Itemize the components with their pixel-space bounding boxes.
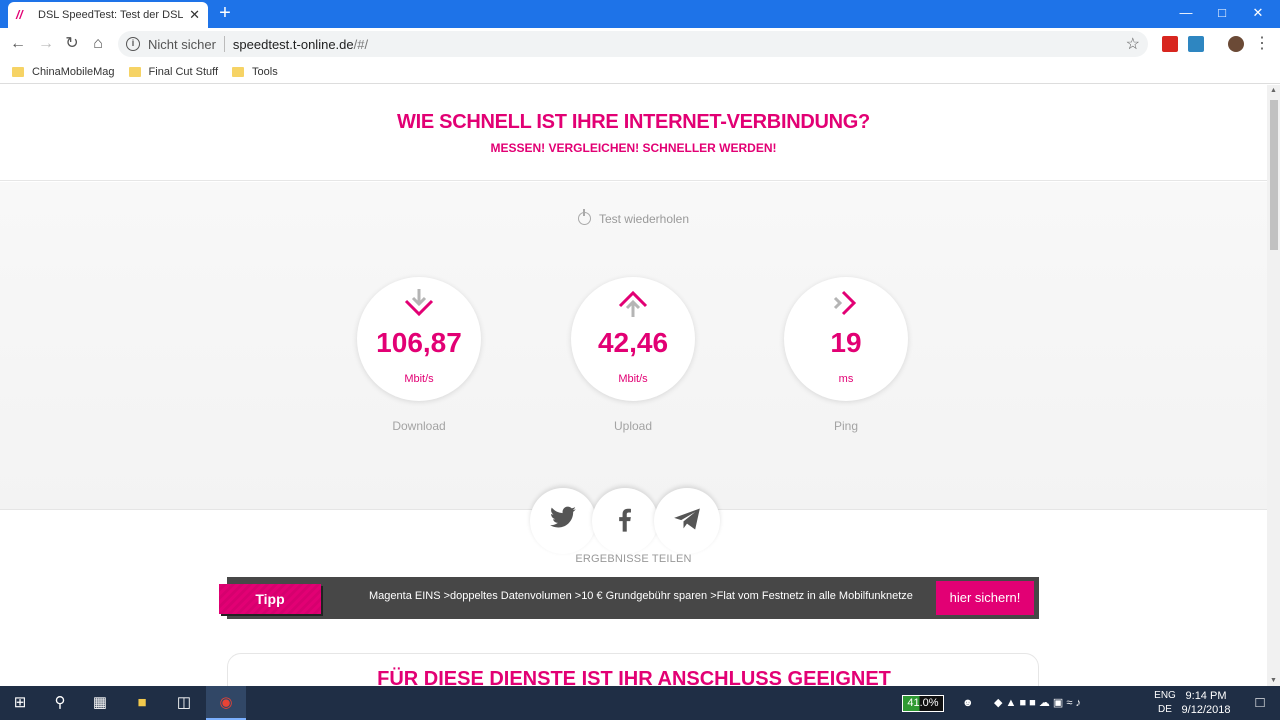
ping-arrow-icon: [833, 290, 857, 316]
scrollbar-thumb[interactable]: [1270, 100, 1278, 250]
metric-unit: Mbit/s: [618, 373, 648, 385]
scroll-up-icon[interactable]: ▲: [1270, 87, 1277, 94]
results-section: Test wiederholen 106,87 Mbit/s Download: [0, 182, 1267, 510]
promo-banner: Tipp Magenta EINS >doppeltes Datenvolume…: [219, 577, 1039, 619]
extension-blue-icon[interactable]: [1188, 36, 1204, 52]
tab-title: DSL SpeedTest: Test der DSL-Ges: [38, 9, 184, 21]
metric-label: Ping: [833, 419, 859, 433]
metric-label: Upload: [613, 419, 653, 433]
task-view-icon[interactable]: ▦: [80, 686, 120, 720]
security-label: Nicht sicher: [148, 36, 216, 52]
hero-section: WIE SCHNELL IST IHRE INTERNET-VERBINDUNG…: [0, 85, 1267, 181]
clock-date: 9/12/2018: [1181, 704, 1231, 716]
minimize-icon[interactable]: —: [1168, 0, 1204, 28]
tray-icons[interactable]: ◆ ▲ ■ ■ ☁ ▣ ≈ ♪: [994, 695, 1081, 711]
address-bar[interactable]: i Nicht sicher speedtest.t-online.de/#/ …: [118, 31, 1148, 57]
share-facebook-button[interactable]: [592, 488, 658, 554]
services-title: FÜR DIESE DIENSTE IST IHR ANSCHLUSS GEEI…: [377, 668, 891, 686]
browser-tab[interactable]: // DSL SpeedTest: Test der DSL-Ges ✕: [8, 2, 208, 28]
file-explorer-icon[interactable]: ■: [122, 686, 162, 720]
retest-button[interactable]: Test wiederholen: [0, 209, 1267, 226]
browser-titlebar: // DSL SpeedTest: Test der DSL-Ges ✕ + —…: [0, 0, 1280, 28]
browser-toolbar: ← → ↻ ⌂ i Nicht sicher speedtest.t-onlin…: [0, 28, 1280, 60]
bookmark-label: Final Cut Stuff: [148, 65, 219, 78]
back-icon[interactable]: ←: [6, 32, 30, 56]
start-windows-icon[interactable]: ⊞: [0, 686, 40, 720]
close-window-icon[interactable]: ✕: [1240, 0, 1276, 28]
share-twitter-button[interactable]: [530, 488, 596, 554]
telegram-icon: [674, 508, 700, 530]
search-icon[interactable]: ⚲: [40, 686, 80, 720]
language-indicator[interactable]: ENG DE: [1152, 689, 1178, 717]
page-title: WIE SCHNELL IST IHRE INTERNET-VERBINDUNG…: [397, 111, 870, 133]
download-arrow-icon: [404, 289, 434, 317]
bookmark-star-icon[interactable]: ☆: [1126, 34, 1140, 54]
bookmark-item[interactable]: Final Cut Stuff: [128, 65, 219, 78]
bookmark-item[interactable]: ChinaMobileMag: [12, 66, 115, 78]
url-path: /#/: [353, 36, 369, 52]
power-icon: [577, 209, 591, 225]
language-bottom: DE: [1158, 704, 1172, 715]
promo-cta-button[interactable]: hier sichern!: [936, 581, 1034, 615]
facebook-icon: [619, 508, 631, 532]
store-icon[interactable]: ◫: [164, 686, 204, 720]
windows-taskbar: ⊞ ⚲ ▦ ■ ◫ ◉ 41.0% ☻ ◆ ▲ ■ ■ ☁ ▣ ≈ ♪ ENG …: [0, 686, 1280, 720]
metric-circle: 19 ms: [784, 277, 908, 401]
folder-icon: [232, 66, 245, 77]
profile-avatar[interactable]: [1228, 36, 1244, 52]
forward-icon[interactable]: →: [34, 32, 58, 56]
notifications-icon[interactable]: □: [1240, 686, 1280, 720]
url-host: speedtest.t-online.de: [232, 36, 354, 52]
retest-label: Test wiederholen: [598, 212, 690, 226]
metric-value: 42,46: [597, 327, 669, 358]
share-telegram-button[interactable]: [654, 488, 720, 554]
share-label: ERGEBNISSE TEILEN: [575, 553, 692, 565]
services-card: FÜR DIESE DIENSTE IST IHR ANSCHLUSS GEEI…: [227, 653, 1039, 686]
clock[interactable]: 9:14 PM 9/12/2018: [1180, 689, 1232, 717]
download-metric: 106,87 Mbit/s Download: [357, 277, 481, 433]
ping-metric: 19 ms Ping: [784, 277, 908, 433]
tipp-badge: Tipp: [219, 584, 321, 614]
tab-close-icon[interactable]: ✕: [189, 7, 200, 23]
bookmarks-bar: ChinaMobileMag Final Cut Stuff Tools: [0, 60, 1280, 84]
scrollbar[interactable]: ▲ ▼: [1267, 85, 1280, 686]
metric-value: 19: [830, 327, 862, 358]
metric-circle: 42,46 Mbit/s: [571, 277, 695, 401]
bookmark-item[interactable]: Tools: [232, 66, 278, 78]
page-content: WIE SCHNELL IST IHRE INTERNET-VERBINDUNG…: [0, 85, 1267, 686]
new-tab-button[interactable]: +: [214, 3, 236, 24]
clock-time: 9:14 PM: [1185, 690, 1227, 702]
scroll-down-icon[interactable]: ▼: [1270, 677, 1277, 684]
page-subtitle: MESSEN! VERGLEICHEN! SCHNELLER WERDEN!: [490, 141, 777, 155]
info-icon[interactable]: i: [126, 37, 140, 51]
promo-text: Magenta EINS >doppeltes Datenvolumen >10…: [369, 590, 913, 602]
metric-value: 106,87: [376, 327, 462, 358]
upload-metric: 42,46 Mbit/s Upload: [571, 277, 695, 433]
bookmark-label: Tools: [252, 65, 278, 78]
language-top: ENG: [1154, 690, 1176, 701]
telekom-favicon-icon: //: [16, 8, 23, 22]
metric-circle: 106,87 Mbit/s: [357, 277, 481, 401]
metric-label: Download: [392, 419, 446, 433]
upload-arrow-icon: [618, 290, 648, 317]
maximize-icon[interactable]: □: [1204, 0, 1240, 28]
extension-red-icon[interactable]: [1162, 36, 1178, 52]
folder-icon: [128, 66, 141, 77]
twitter-icon: [550, 506, 576, 528]
metric-unit: ms: [838, 373, 854, 385]
bookmark-label: ChinaMobileMag: [32, 65, 115, 78]
reload-icon[interactable]: ↻: [60, 32, 84, 56]
address-separator: [223, 36, 225, 52]
people-icon[interactable]: ☻: [962, 695, 974, 711]
menu-dots-icon[interactable]: ⋮: [1250, 32, 1274, 56]
battery-indicator[interactable]: 41.0%: [902, 695, 944, 712]
metric-unit: Mbit/s: [404, 373, 434, 385]
folder-icon: [12, 66, 24, 77]
chrome-icon[interactable]: ◉: [206, 686, 246, 720]
home-icon[interactable]: ⌂: [86, 32, 110, 56]
